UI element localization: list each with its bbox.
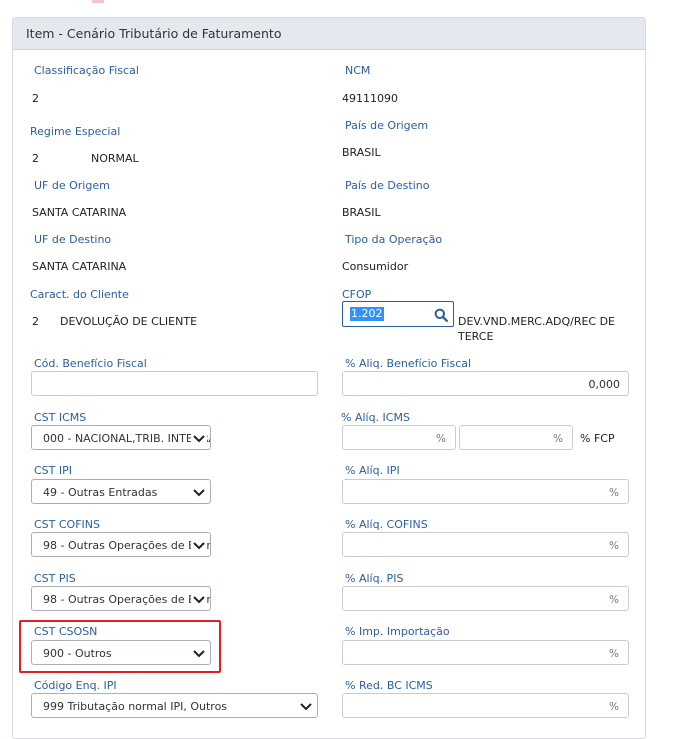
aliq-beneficio-input-value: 0,000 [588,378,621,391]
cod-enq-ipi-label: Código Enq. IPI [34,679,117,692]
search-icon[interactable] [434,307,449,326]
chevron-down-icon [191,537,207,553]
classificacao-fiscal-label: Classificação Fiscal [34,64,139,77]
cfop-description-line2: TERCE [458,330,494,343]
chevron-down-icon [191,591,207,607]
cst-csosn-select[interactable]: 900 - Outros [31,640,211,665]
caract-cliente-label: Caract. do Cliente [30,288,129,301]
cfop-input[interactable]: 1.202 [342,301,454,327]
aliq-beneficio-label: % Aliq. Benefício Fiscal [345,357,472,370]
fcp-label: % FCP [580,432,615,445]
uf-destino-value: SANTA CATARINA [32,260,127,273]
chevron-down-icon [191,430,207,446]
imp-importacao-label: % Imp. Importação [345,625,450,638]
pais-destino-value: BRASIL [342,206,381,219]
aliq-ipi-label: % Alíq. IPI [345,464,400,477]
cst-pis-label: CST PIS [34,572,76,585]
aliq-cofins-percent: % [609,540,619,552]
panel-title: Item - Cenário Tributário de Faturamento [26,26,282,41]
fcp-percent: % [553,433,563,445]
uf-origem-value: SANTA CATARINA [32,206,127,219]
aliq-icms-label: % Alíq. ICMS [341,411,410,424]
aliq-cofins-label: % Alíq. COFINS [345,518,428,531]
aliq-ipi-input[interactable]: % [342,479,629,504]
cst-icms-selected: 000 - NACIONAL,TRIB. INTEGRALMENTE [43,432,210,445]
cfop-description-line1: DEV.VND.MERC.ADQ/REC DE [458,315,616,328]
cst-icms-label: CST ICMS [34,411,87,424]
caract-cliente-code: 2 [32,315,39,328]
uf-destino-label: UF de Destino [34,233,112,246]
aliq-pis-input[interactable]: % [342,586,629,611]
aliq-pis-label: % Alíq. PIS [345,572,404,585]
pais-destino-label: País de Destino [345,179,430,192]
chevron-down-icon [191,645,207,661]
regime-especial-code: 2 [32,152,39,165]
aliq-icms-input[interactable]: % [342,425,456,450]
aliq-pis-percent: % [609,594,619,606]
caract-cliente-value: DEVOLUÇÃO DE CLIENTE [60,315,198,328]
imp-importacao-input[interactable]: % [342,640,629,665]
cfop-input-value: 1.202 [350,307,384,321]
aliq-cofins-input[interactable]: % [342,532,629,557]
cst-ipi-selected: 49 - Outras Entradas [43,486,158,499]
cod-enq-ipi-select[interactable]: 999 Tributação normal IPI, Outros [31,693,318,718]
regime-especial-label: Regime Especial [30,125,121,138]
fcp-input[interactable]: % [459,425,573,450]
panel-header: Item - Cenário Tributário de Faturamento [13,18,645,50]
pais-origem-label: País de Origem [345,119,429,132]
top-decorative-fragment [92,0,104,3]
cst-cofins-selected: 98 - Outras Operações de Entrada [43,539,210,552]
cod-enq-ipi-selected: 999 Tributação normal IPI, Outros [43,700,228,713]
tipo-operacao-value: Consumidor [342,260,409,273]
cod-beneficio-input[interactable] [31,371,318,396]
cst-pis-select[interactable]: 98 - Outras Operações de Entrada [31,586,211,611]
cst-csosn-label: CST CSOSN [34,625,98,638]
cst-csosn-selected: 900 - Outros [43,647,112,660]
classificacao-fiscal-value: 2 [32,92,39,105]
cst-ipi-label: CST IPI [34,464,73,477]
cod-beneficio-label: Cód. Benefício Fiscal [34,357,147,370]
red-bc-icms-percent: % [609,701,619,713]
cst-cofins-select[interactable]: 98 - Outras Operações de Entrada [31,532,211,557]
cst-icms-select[interactable]: 000 - NACIONAL,TRIB. INTEGRALMENTE [31,425,211,450]
cst-ipi-select[interactable]: 49 - Outras Entradas [31,479,211,504]
aliq-ipi-percent: % [609,487,619,499]
red-bc-icms-label: % Red. BC ICMS [345,679,433,692]
aliq-beneficio-input[interactable]: 0,000 [342,371,629,396]
ncm-value: 49111090 [342,92,398,105]
red-bc-icms-input[interactable]: % [342,693,629,718]
pais-origem-value: BRASIL [342,146,381,159]
cst-cofins-label: CST COFINS [34,518,100,531]
cst-pis-selected: 98 - Outras Operações de Entrada [43,593,210,606]
tipo-operacao-label: Tipo da Operação [345,233,443,246]
chevron-down-icon [298,698,314,714]
aliq-icms-percent: % [436,433,446,445]
regime-especial-value: NORMAL [91,152,139,165]
cfop-label: CFOP [342,288,372,301]
imp-importacao-percent: % [609,648,619,660]
uf-origem-label: UF de Origem [34,179,110,192]
chevron-down-icon [191,484,207,500]
ncm-label: NCM [345,64,371,77]
